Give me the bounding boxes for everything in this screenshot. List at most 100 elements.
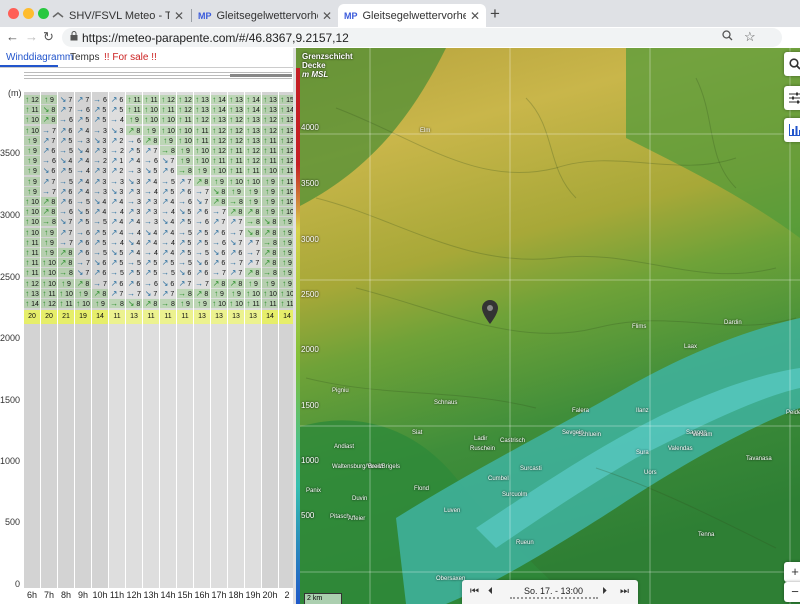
y-axis-label: 0 — [14, 579, 20, 589]
wind-cell: ↗ 8 — [211, 197, 227, 206]
shv-favicon-icon — [52, 11, 64, 21]
x-axis-label: 13h — [143, 590, 159, 600]
wind-speed: 9 — [201, 168, 207, 176]
wind-arrow-icon: → — [93, 186, 102, 196]
wind-cell: ↗ 5 — [126, 268, 142, 277]
browser-tab-meteo-parapente-2[interactable]: MP Gleitsegelwettervorhersage | M ✕ — [338, 4, 486, 27]
wind-diagram-plot[interactable]: ↑ 12 ↑ 9 ↘ 7 ↗ 7 → 6 ↗ 6 ↑ 11 ↑ 11 ↑ 12 ↑ 12 ↑ 13 ↑… — [23, 92, 295, 588]
wind-cell: ↑ 10 — [194, 156, 210, 166]
wind-speed: 4 — [168, 250, 175, 257]
wind-cell: ↗ 6 — [211, 258, 227, 267]
wind-cell: → 2 — [109, 146, 125, 155]
wind-speed: 9 — [218, 178, 224, 186]
wind-cell: ↗ 4 — [109, 217, 125, 226]
tab-close-icon[interactable]: ✕ — [470, 9, 480, 23]
place-label: Schnaus — [434, 400, 458, 406]
x-axis-label: 8h — [60, 590, 71, 600]
tab-temps[interactable]: Temps — [70, 52, 99, 63]
back-arrow-icon[interactable]: ← — [6, 29, 19, 44]
wind-speed: 14 — [29, 301, 39, 308]
close-window-button[interactable] — [8, 8, 19, 19]
tab-close-icon[interactable]: ✕ — [174, 9, 184, 23]
wind-speed: 8 — [49, 209, 56, 217]
wind-cell: → 7 — [41, 126, 57, 135]
legend-tick: 1500 — [301, 401, 319, 410]
wind-cell: ↑ 10 — [41, 278, 57, 288]
wind-speed: 11 — [29, 239, 39, 247]
new-tab-button[interactable]: + — [490, 4, 500, 24]
forward-arrow-icon[interactable]: → — [25, 29, 38, 44]
wind-speed: 6 — [219, 260, 226, 268]
wind-speed: 6 — [83, 250, 90, 257]
wind-speed: 4 — [151, 229, 158, 237]
map-search-button[interactable] — [784, 52, 800, 76]
browser-tab-meteo-parapente-1[interactable]: MP Gleitsegelwettervorhersage | M ✕ — [192, 4, 338, 27]
x-axis-label: 17h — [211, 590, 227, 600]
wind-speed: 11 — [267, 158, 277, 166]
wind-speed: 9 — [286, 270, 292, 278]
wind-cell: ↑ 9 — [211, 288, 227, 298]
last-step-icon[interactable]: ⏭ — [620, 586, 629, 597]
wind-cell: ↗ 3 — [126, 207, 142, 216]
wind-cell: ↗ 3 — [143, 207, 159, 216]
wind-cell: ↗ 3 — [126, 187, 142, 196]
forecast-map[interactable]: Grenzschicht Decke m MSL 4000 3500 3000 250… — [296, 48, 800, 604]
wind-speed: 11 — [29, 250, 39, 257]
map-chart-button[interactable] — [784, 118, 800, 142]
wind-cell: ↑ 9 — [126, 115, 142, 125]
wind-cell: → 6 — [194, 217, 210, 226]
wind-speed: 11 — [131, 107, 141, 115]
address-bar[interactable]: https://meteo-parapente.com/#/46.8367,9.… — [62, 28, 782, 47]
zoom-icon[interactable] — [722, 30, 733, 44]
divider-line — [24, 78, 292, 79]
wind-speed: 6 — [202, 209, 209, 217]
wind-cell: → 7 — [41, 187, 57, 196]
wind-speed: 5 — [151, 270, 158, 278]
wind-cell: ↗ 8 — [228, 207, 244, 217]
zoom-in-button[interactable]: + — [784, 562, 800, 582]
wind-cell: ↑ 9 — [228, 288, 244, 298]
wind-speed: 3 — [117, 188, 124, 196]
map-scale-bar: 2 km — [304, 593, 342, 604]
wind-speed: 6 — [219, 250, 226, 257]
wind-speed: 7 — [253, 260, 260, 268]
wind-cell: ↗ 3 — [92, 177, 108, 186]
reload-icon[interactable]: ↻ — [43, 29, 54, 45]
first-step-icon[interactable]: ⏮ — [470, 586, 479, 597]
bookmark-star-icon[interactable]: ☆ — [744, 29, 756, 45]
wind-cell: ↗ 8 — [58, 258, 74, 268]
tab-winddiagramm[interactable]: Winddiagramm — [6, 52, 73, 63]
zoom-out-button[interactable]: − — [784, 582, 800, 602]
wind-arrow-icon: → — [161, 146, 170, 155]
wind-speed: 10 — [216, 168, 226, 176]
y-axis-label: 1000 — [0, 456, 21, 466]
wind-cell: ↗ 6 — [109, 279, 125, 288]
y-axis-label: 2000 — [0, 333, 21, 343]
location-pin-icon[interactable] — [482, 300, 498, 324]
time-slider[interactable] — [510, 597, 598, 601]
wind-speed: 7 — [168, 158, 175, 166]
tab-close-icon[interactable]: ✕ — [322, 9, 332, 23]
legend-tick: 4000 — [301, 123, 319, 132]
diagram-scroll-thumb[interactable] — [230, 74, 292, 77]
wind-speed: 13 — [267, 97, 277, 104]
minimize-window-button[interactable] — [23, 8, 34, 19]
wind-speed: 14 — [216, 107, 226, 115]
wind-cell: ↘ 6 — [41, 166, 57, 175]
ground-value: 13 — [215, 313, 223, 320]
map-settings-button[interactable] — [784, 86, 800, 110]
previous-step-icon[interactable]: ⏴ — [488, 586, 493, 597]
wind-cell: ↗ 2 — [109, 136, 125, 145]
wind-speed: 2 — [117, 137, 124, 145]
wind-cell: → 4 — [160, 207, 176, 216]
wind-cell: ↗ 8 — [41, 115, 57, 125]
wind-speed: 8 — [151, 301, 158, 308]
wind-cell: ↑ 12 — [262, 115, 278, 125]
browser-tab-shv-meteo[interactable]: SHV/FSVL Meteo - Thermikpro ✕ — [46, 4, 190, 27]
next-step-icon[interactable]: ⏵ — [602, 586, 607, 597]
for-sale-link[interactable]: !! For sale !! — [104, 52, 157, 63]
wind-cell: ↑ 9 — [143, 125, 159, 135]
tab-title: Gleitsegelwettervorhersage | M — [216, 9, 318, 22]
wind-cell: ↑ 11 — [262, 299, 278, 308]
wind-cell: ↗ 6 — [194, 207, 210, 216]
